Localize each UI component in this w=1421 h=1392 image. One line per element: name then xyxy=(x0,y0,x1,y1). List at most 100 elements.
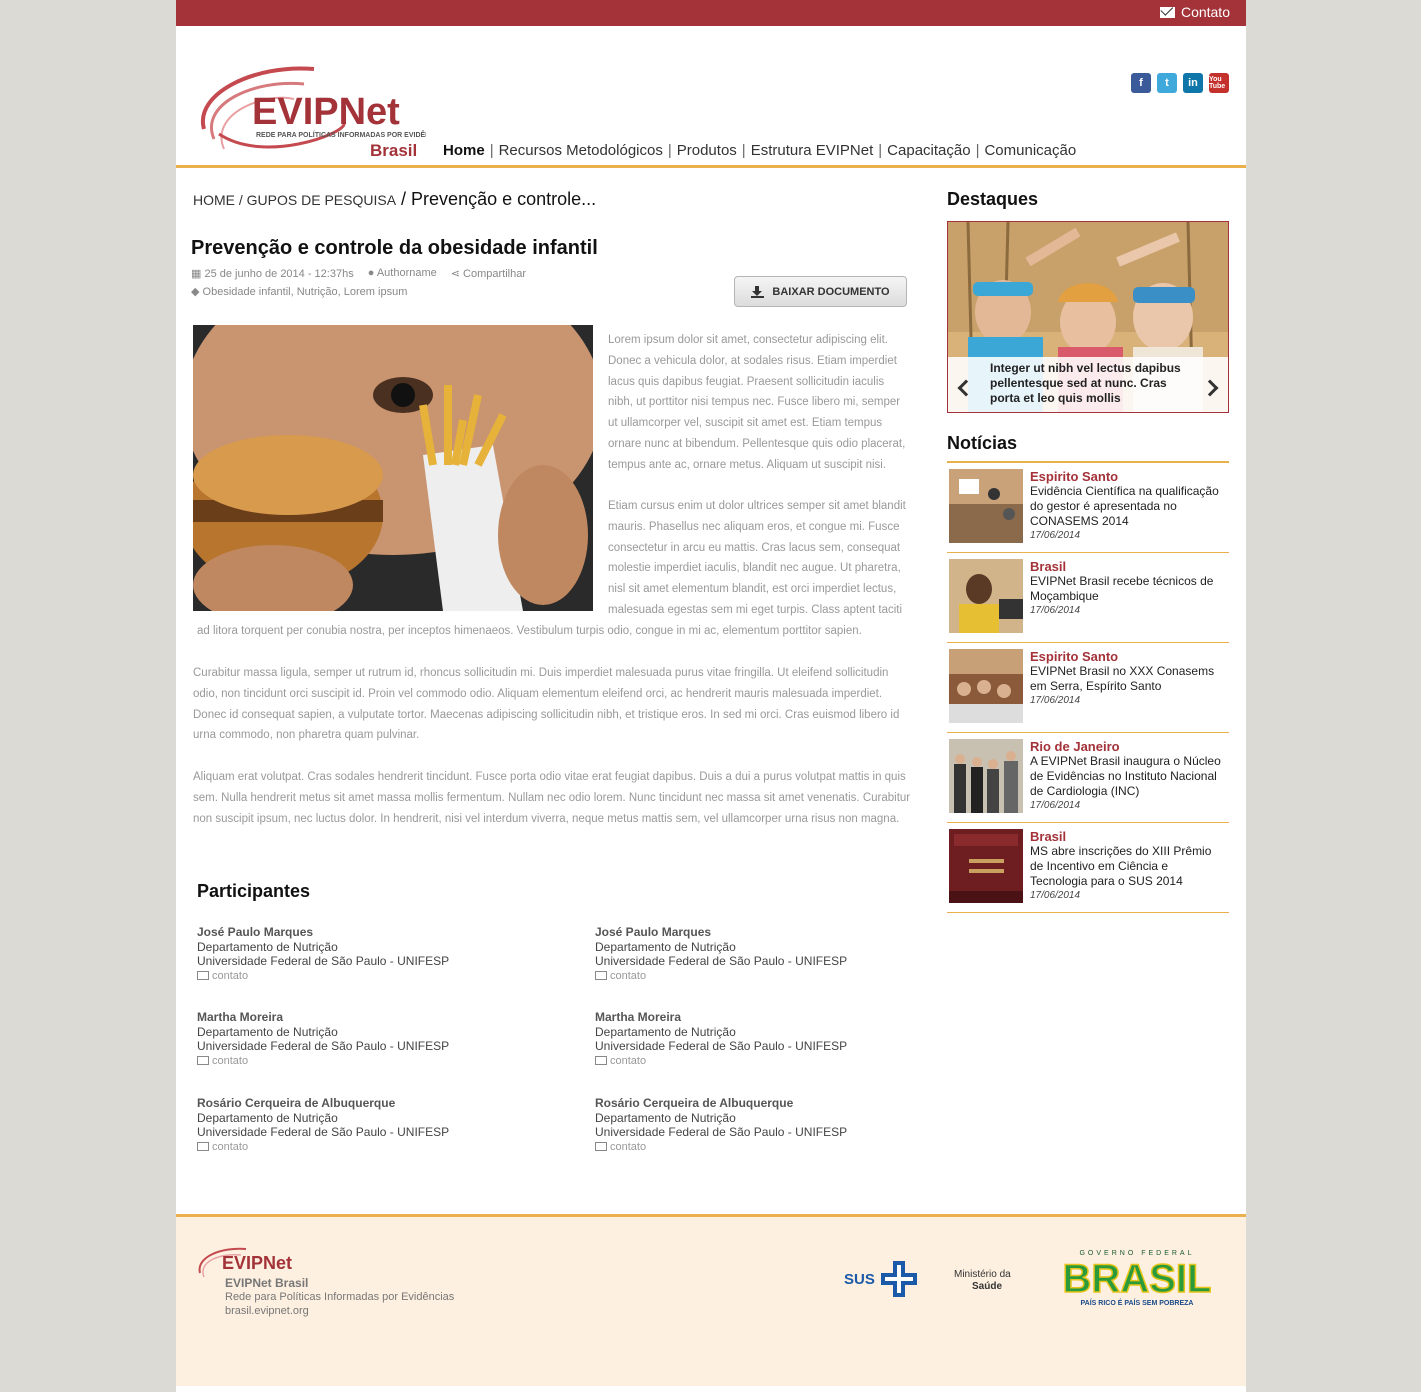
mail-icon xyxy=(1159,6,1175,18)
participant-dept: Departamento de Nutrição xyxy=(197,1110,338,1125)
participant-dept: Departamento de Nutrição xyxy=(197,1024,338,1039)
ministerio-logo[interactable]: Ministério da Saúde xyxy=(954,1269,1011,1293)
article-paragraph-1: Lorem ipsum dolor sit amet, consectetur … xyxy=(608,334,906,471)
participant-contact-text: contato xyxy=(212,969,249,982)
article-author[interactable]: ● Authorname xyxy=(368,267,437,280)
linkedin-icon[interactable]: in xyxy=(1183,73,1203,93)
footer-url[interactable]: brasil.evipnet.org xyxy=(225,1305,309,1317)
participants-heading: Participantes xyxy=(197,881,311,901)
news-date: 17/06/2014 xyxy=(1030,530,1081,541)
destaques-heading: Destaques xyxy=(947,189,1039,209)
article-paragraph-3: Curabitur massa ligula, semper ut rutrum… xyxy=(193,667,900,742)
article-paragraph-4: Aliquam erat volutpat. Cras sodales hend… xyxy=(193,771,911,825)
article-tags-text[interactable]: Obesidade infantil, Nutrição, Lorem ipsu… xyxy=(203,286,408,298)
header: EVIPNet REDE PARA POLÍTICAS INFORMADAS P… xyxy=(176,26,1246,168)
news-date: 17/06/2014 xyxy=(1030,890,1081,901)
facebook-icon[interactable]: f xyxy=(1131,73,1151,93)
footer-logo[interactable]: EVIPNet xyxy=(196,1239,296,1279)
participant-name: Martha Moreira xyxy=(595,1010,682,1024)
participant-contact-link[interactable]: contato xyxy=(197,1054,449,1069)
nav-comunicacao[interactable]: Comunicação xyxy=(984,142,1076,159)
governo-federal-logo[interactable]: GOVERNO FEDERAL BRASIL PAÍS RICO É PAÍS … xyxy=(1049,1247,1225,1309)
participant-contact-link[interactable]: contato xyxy=(595,969,847,984)
envelope-icon xyxy=(197,1056,209,1066)
article-paragraph-2: Etiam cursus enim ut dolor ultrices semp… xyxy=(608,500,906,616)
news-title: A EVIPNet Brasil inaugura o Núcleo de Ev… xyxy=(1030,754,1221,798)
destaque-caption: Integer ut nibh vel lectus dapibus pelle… xyxy=(948,357,1228,412)
news-item[interactable]: Brasil EVIPNet Brasil recebe técnicos de… xyxy=(947,553,1229,643)
participant-contact-link[interactable]: contato xyxy=(595,1140,847,1155)
news-text: Brasil MS abre inscrições do XIII Prêmio… xyxy=(1030,829,1225,902)
participant-card: Rosário Cerqueira de Albuquerque Departa… xyxy=(197,1096,449,1154)
gov-bottom-text: PAÍS RICO É PAÍS SEM POBREZA xyxy=(1081,1298,1194,1307)
news-text: Rio de Janeiro A EVIPNet Brasil inaugura… xyxy=(1030,739,1225,812)
sus-text: SUS xyxy=(844,1270,875,1288)
news-item[interactable]: Rio de Janeiro A EVIPNet Brasil inaugura… xyxy=(947,733,1229,823)
participant-contact-link[interactable]: contato xyxy=(197,1140,449,1155)
news-title: EVIPNet Brasil recebe técnicos de Moçamb… xyxy=(1030,574,1214,603)
footer-subtitle: Rede para Políticas Informadas por Evidê… xyxy=(225,1291,455,1303)
participant-contact-text: contato xyxy=(212,1140,249,1153)
breadcrumb-home[interactable]: HOME xyxy=(193,192,235,208)
news-text: Espirito Santo Evidência Científica na q… xyxy=(1030,469,1225,542)
share-link[interactable]: ⋖ Compartilhar xyxy=(451,267,526,280)
participant-inst: Universidade Federal de São Paulo - UNIF… xyxy=(197,954,450,968)
article-date-text: 25 de junho de 2014 - 12:37hs xyxy=(204,268,354,280)
participant-inst: Universidade Federal de São Paulo - UNIF… xyxy=(595,1125,848,1139)
evipnet-logo[interactable]: EVIPNet REDE PARA POLÍTICAS INFORMADAS P… xyxy=(194,44,426,156)
download-document-button[interactable]: BAIXAR DOCUMENTO xyxy=(734,276,907,307)
social-links: f t in You Tube xyxy=(1131,73,1229,93)
participant-contact-link[interactable]: contato xyxy=(595,1054,847,1069)
participant-inst: Universidade Federal de São Paulo - UNIF… xyxy=(595,954,848,968)
breadcrumb-current: / Prevenção e controle... xyxy=(396,189,597,209)
news-date: 17/06/2014 xyxy=(1030,605,1081,616)
youtube-icon[interactable]: You Tube xyxy=(1209,73,1229,93)
envelope-icon xyxy=(197,1142,209,1152)
download-icon xyxy=(751,285,765,298)
participant-card: José Paulo Marques Departamento de Nutri… xyxy=(595,925,847,983)
article-date: ▦ 25 de junho de 2014 - 12:37hs xyxy=(191,267,354,280)
news-thumbnail xyxy=(949,649,1023,723)
main-nav: Home | Recursos Metodológicos | Produtos | … xyxy=(443,142,1077,159)
twitter-icon[interactable]: t xyxy=(1157,73,1177,93)
breadcrumb-group[interactable]: GUPOS DE PESQUISA xyxy=(247,192,396,208)
nav-produtos[interactable]: Produtos xyxy=(677,142,737,159)
participant-name: Rosário Cerqueira de Albuquerque xyxy=(197,1096,396,1110)
news-date: 17/06/2014 xyxy=(1030,695,1081,706)
envelope-icon xyxy=(595,971,607,981)
envelope-icon xyxy=(595,1142,607,1152)
participant-inst: Universidade Federal de São Paulo - UNIF… xyxy=(197,1125,450,1139)
news-thumbnail xyxy=(949,559,1023,633)
news-thumbnail xyxy=(949,469,1023,543)
article-paragraph-2-cont: ad litora torquent per conubia nostra, p… xyxy=(197,625,862,637)
news-title: EVIPNet Brasil no XXX Conasems em Serra,… xyxy=(1030,664,1215,693)
article-meta: ▦ 25 de junho de 2014 - 12:37hs ● Author… xyxy=(191,267,526,280)
destaques-carousel[interactable]: Integer ut nibh vel lectus dapibus pelle… xyxy=(947,221,1229,413)
envelope-icon xyxy=(595,1056,607,1066)
participant-dept: Departamento de Nutrição xyxy=(595,1110,736,1125)
logo-name: EVIPNet xyxy=(252,91,400,133)
participant-dept: Departamento de Nutrição xyxy=(595,1024,736,1039)
breadcrumb: HOME / GUPOS DE PESQUISA / Prevenção e c… xyxy=(193,189,596,210)
footer-name: EVIPNet Brasil xyxy=(225,1276,309,1290)
gov-main-text: BRASIL xyxy=(1063,1257,1212,1301)
nav-capacitacao[interactable]: Capacitação xyxy=(887,142,970,159)
participant-name: José Paulo Marques xyxy=(197,925,314,939)
news-item[interactable]: Espirito Santo EVIPNet Brasil no XXX Con… xyxy=(947,643,1229,733)
nav-home[interactable]: Home xyxy=(443,142,485,159)
logo-tagline: REDE PARA POLÍTICAS INFORMADAS POR EVIDÊ… xyxy=(256,130,426,139)
nav-estrutura[interactable]: Estrutura EVIPNet xyxy=(751,142,874,159)
contact-label: Contato xyxy=(1180,4,1230,20)
participant-name: Martha Moreira xyxy=(197,1010,284,1024)
news-location: Rio de Janeiro xyxy=(1030,739,1120,754)
contact-link[interactable]: Contato xyxy=(1159,4,1230,20)
news-item[interactable]: Brasil MS abre inscrições do XIII Prêmio… xyxy=(947,823,1229,913)
sus-logo[interactable]: SUS xyxy=(844,1259,919,1299)
noticias-heading: Notícias xyxy=(947,433,1018,453)
ministerio-line2: Saúde xyxy=(972,1281,1003,1292)
nav-recursos[interactable]: Recursos Metodológicos xyxy=(499,142,663,159)
news-location: Espirito Santo xyxy=(1030,649,1119,664)
participant-dept: Departamento de Nutrição xyxy=(595,939,736,954)
participant-contact-link[interactable]: contato xyxy=(197,969,449,984)
news-item[interactable]: Espirito Santo Evidência Científica na q… xyxy=(947,463,1229,553)
